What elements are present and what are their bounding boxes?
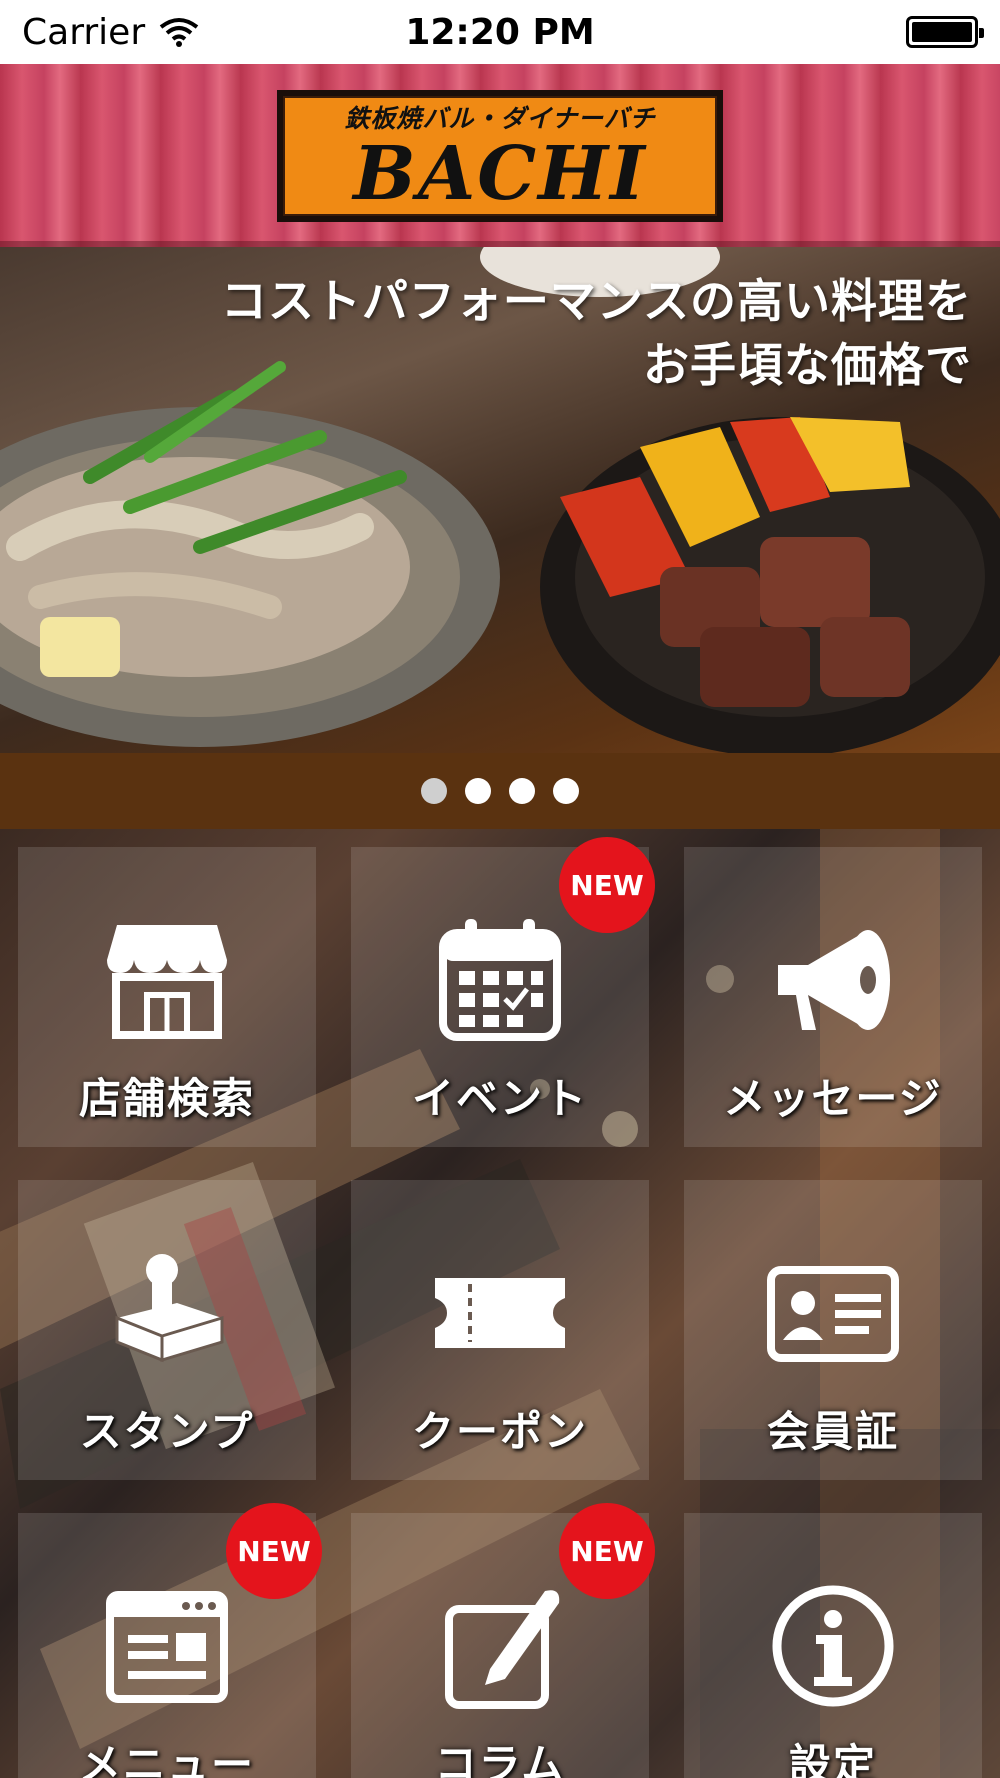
calendar-icon bbox=[439, 919, 561, 1041]
tile-label-store-search: 店舗検索 bbox=[78, 1074, 255, 1123]
tile-label-settings: 設定 bbox=[788, 1740, 877, 1778]
megaphone-icon bbox=[778, 930, 890, 1030]
new-badge: NEW bbox=[559, 1503, 655, 1599]
carrier-label: Carrier bbox=[22, 11, 146, 53]
hero-line-1: コストパフォーマンスの高い料理を bbox=[220, 274, 972, 328]
tile-label-message: メッセージ bbox=[723, 1074, 943, 1123]
tile-label-column: コラム bbox=[434, 1740, 566, 1778]
status-bar: Carrier 12:20 PM bbox=[0, 0, 1000, 64]
tile-coupon[interactable]: クーポン bbox=[351, 1180, 649, 1480]
store-icon bbox=[107, 925, 227, 1039]
app-header: 鉄板焼バル・ダイナーバチ BACHI bbox=[0, 64, 1000, 247]
hero-banner[interactable]: コストパフォーマンスの高い料理を お手頃な価格で bbox=[0, 247, 1000, 753]
column-pen-icon bbox=[445, 1590, 560, 1709]
tile-column[interactable]: コラム NEW bbox=[351, 1503, 655, 1778]
logo-subtitle: 鉄板焼バル・ダイナーバチ bbox=[344, 103, 656, 133]
menu-grid: 店舗検索 イベント NEW メッセージ スタンプ クーポン 会員証 メニュー N… bbox=[0, 829, 1000, 1778]
tile-label-coupon: クーポン bbox=[411, 1407, 588, 1456]
hero-line-2: お手頃な価格で bbox=[643, 338, 972, 392]
ticket-icon bbox=[435, 1278, 565, 1348]
tile-message[interactable]: メッセージ bbox=[684, 847, 982, 1147]
stamp-icon bbox=[115, 1254, 224, 1363]
pager-dot-4[interactable] bbox=[553, 778, 579, 804]
tile-event[interactable]: イベント NEW bbox=[351, 837, 655, 1147]
tile-store-search[interactable]: 店舗検索 bbox=[18, 847, 316, 1147]
pager-dot-2[interactable] bbox=[465, 778, 491, 804]
hero-copy: コストパフォーマンスの高い料理を お手頃な価格で bbox=[221, 269, 972, 397]
pager-dot-1[interactable] bbox=[421, 778, 447, 804]
tile-stamp[interactable]: スタンプ bbox=[18, 1180, 316, 1480]
tile-settings[interactable]: 設定 bbox=[684, 1513, 982, 1778]
tile-label-member-card: 会員証 bbox=[766, 1407, 899, 1456]
wifi-icon bbox=[159, 18, 199, 47]
tile-menu[interactable]: メニュー NEW bbox=[18, 1503, 322, 1778]
battery-icon bbox=[906, 16, 984, 48]
pager-dot-3[interactable] bbox=[509, 778, 535, 804]
tile-member-card[interactable]: 会員証 bbox=[684, 1180, 982, 1480]
member-card-icon bbox=[767, 1266, 899, 1362]
logo-title: BACHI bbox=[353, 130, 647, 217]
bachi-logo: 鉄板焼バル・ダイナーバチ BACHI bbox=[277, 89, 723, 222]
new-badge: NEW bbox=[559, 837, 655, 933]
tile-label-event: イベント bbox=[411, 1074, 588, 1123]
menu-icon bbox=[106, 1591, 228, 1703]
tile-label-menu: メニュー bbox=[78, 1740, 255, 1778]
new-badge: NEW bbox=[226, 1503, 322, 1599]
info-icon bbox=[772, 1585, 894, 1707]
carousel-pager bbox=[0, 753, 1000, 829]
tile-label-stamp: スタンプ bbox=[79, 1407, 255, 1456]
